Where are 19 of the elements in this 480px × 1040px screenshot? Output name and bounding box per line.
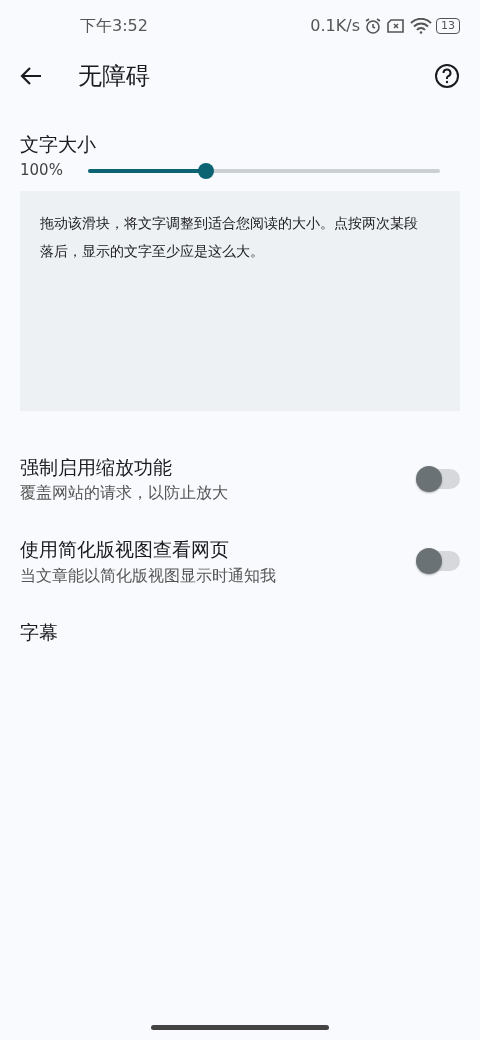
alarm-icon xyxy=(364,17,382,35)
page-title: 无障碍 xyxy=(78,61,151,92)
slider-thumb[interactable] xyxy=(197,162,214,179)
network-speed: 0.1K/s xyxy=(310,15,360,37)
setting-subtitle: 当文章能以简化版视图显示时通知我 xyxy=(20,564,277,587)
help-icon[interactable] xyxy=(434,63,460,89)
setting-title: 文字大小 xyxy=(20,132,97,157)
back-icon[interactable] xyxy=(20,66,42,86)
slider[interactable] xyxy=(88,162,440,179)
wifi-icon xyxy=(410,18,432,34)
status-time: 下午3:52 xyxy=(80,15,148,37)
setting-title: 强制启用缩放功能 xyxy=(20,454,173,480)
setting-subtitle: 覆盖网站的请求，以防止放大 xyxy=(20,482,229,504)
setting-title: 字幕 xyxy=(20,619,59,645)
setting-title: 使用简化版视图查看网页 xyxy=(20,537,230,562)
preview-text: 拖动该滑块，将文字调整到适合您阅读的大小。点按两次某段落后，显示的文字至少应是这么大。 xyxy=(40,213,419,261)
sim-icon xyxy=(386,18,406,34)
battery-indicator: 13 xyxy=(436,18,460,34)
size-reading: 100% xyxy=(20,160,64,182)
